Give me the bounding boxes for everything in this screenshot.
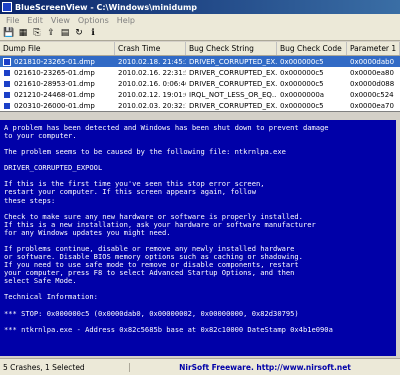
cell-bug-check-string: DRIVER_CORRUPTED_EX...: [189, 68, 277, 77]
table-row[interactable]: 020310-26000-01.dmp 2010.02.03. 20:32:12D…: [0, 100, 400, 111]
bsod-paragraph: The problem seems to be caused by the fo…: [4, 147, 286, 157]
cell-bug-check-code: 0x000000c5: [280, 79, 324, 88]
cell-crash-time: 2010.02.18. 21:45:28: [118, 57, 186, 66]
cell-dump-file: 020310-26000-01.dmp: [0, 101, 115, 110]
menu-bar: File Edit View Options Help: [0, 14, 400, 26]
cell-parameter-1: 0x0000dab0: [350, 57, 395, 66]
cell-dump-file: 021610-28953-01.dmp: [0, 79, 115, 88]
cell-bug-check-code: 0x000000c5: [280, 68, 324, 77]
dump-file-icon: [3, 101, 11, 110]
export-icon[interactable]: ⇪: [45, 27, 57, 39]
dump-file-name: 021210-24468-01.dmp: [14, 90, 95, 99]
bsod-paragraph: If problems continue, disable or remove …: [4, 243, 303, 286]
dump-file-icon: [3, 79, 11, 88]
copy-icon[interactable]: ⎘: [31, 27, 43, 39]
cell-bug-check-string: IRQL_NOT_LESS_OR_EQ...: [189, 90, 277, 99]
cell-crash-time: 2010.02.16. 0:06:46: [118, 79, 186, 88]
cell-bug-check-string: DRIVER_CORRUPTED_EX...: [189, 101, 277, 110]
info-icon[interactable]: ℹ: [87, 27, 99, 39]
bsod-paragraph: DRIVER_CORRUPTED_EXPOOL: [4, 163, 103, 173]
cell-bug-check-code: 0x000000c5: [280, 101, 324, 110]
dump-file-name: 020310-26000-01.dmp: [14, 101, 95, 110]
bsod-preview: A problem has been detected and Windows …: [0, 120, 396, 356]
dump-file-icon: [3, 90, 11, 99]
cell-dump-file: 021810-23265-01.dmp: [0, 57, 115, 66]
list-header: Dump File Crash Time Bug Check String Bu…: [0, 42, 400, 56]
cell-parameter-1: 0x0000ea80: [350, 68, 394, 77]
cell-bug-check-code: 0x0000000a: [280, 90, 325, 99]
cell-bug-check-string: DRIVER_CORRUPTED_EX...: [189, 57, 277, 66]
menu-file[interactable]: File: [2, 16, 23, 25]
dump-file-name: 021610-23265-01.dmp: [14, 68, 95, 77]
bsod-scrollbar[interactable]: [396, 120, 400, 356]
table-row[interactable]: 021610-28953-01.dmp 2010.02.16. 0:06:46 DR…: [0, 78, 400, 89]
cell-bug-check-string: DRIVER_CORRUPTED_EX...: [189, 79, 277, 88]
table-row[interactable]: 021610-23265-01.dmp 2010.02.16. 22:31:57D…: [0, 67, 400, 78]
cell-crash-time: 2010.02.16. 22:31:57: [118, 68, 186, 77]
bsod-paragraph: Check to make sure any new hardware or s…: [4, 211, 316, 237]
cell-bug-check-code: 0x000000c5: [280, 57, 324, 66]
menu-view[interactable]: View: [47, 16, 74, 25]
refresh-icon[interactable]: ↻: [73, 27, 85, 39]
status-count: 5 Crashes, 1 Selected: [0, 362, 130, 372]
dump-file-name: 021610-28953-01.dmp: [14, 79, 95, 88]
cell-parameter-1: 0x0000d088: [350, 79, 395, 88]
bsod-paragraph: *** ntkrnlpa.exe - Address 0x82c5685b ba…: [4, 324, 333, 334]
cell-parameter-1: 0x0000ea70: [350, 101, 394, 110]
column-header-bug-check-string[interactable]: Bug Check String: [186, 42, 277, 55]
title-bar: BlueScreenView - C:\Windows\minidump: [0, 0, 400, 14]
menu-help[interactable]: Help: [113, 16, 139, 25]
bsod-paragraph: *** STOP: 0x000000c5 (0x0000dab0, 0x0000…: [4, 308, 299, 318]
cell-crash-time: 2010.02.12. 19:01:00: [118, 90, 186, 99]
save-icon[interactable]: 💾: [3, 27, 15, 39]
bsod-paragraph: Technical Information:: [4, 292, 98, 302]
crash-list[interactable]: Dump File Crash Time Bug Check String Bu…: [0, 42, 400, 112]
dump-file-icon: [3, 68, 11, 77]
column-header-crash-time[interactable]: Crash Time: [115, 42, 186, 55]
dump-file-name: 021810-23265-01.dmp: [14, 57, 95, 66]
cell-parameter-1: 0x0000c524: [350, 90, 394, 99]
table-row[interactable]: 021210-24468-01.dmp 2010.02.12. 19:01:00I…: [0, 89, 400, 100]
table-row[interactable]: 021810-23265-01.dmp 2010.02.18. 21:45:28D…: [0, 56, 400, 67]
cell-dump-file: 021610-23265-01.dmp: [0, 68, 115, 77]
cell-dump-file: 021210-24468-01.dmp: [0, 90, 115, 99]
column-header-parameter-1[interactable]: Parameter 1: [347, 42, 400, 55]
dump-file-icon: [3, 57, 11, 66]
bsod-paragraph: A problem has been detected and Windows …: [4, 123, 329, 141]
properties-icon[interactable]: ▦: [17, 27, 29, 39]
status-bar: 5 Crashes, 1 Selected NirSoft Freeware. …: [0, 358, 400, 375]
column-header-bug-check-code[interactable]: Bug Check Code: [277, 42, 347, 55]
window-title: BlueScreenView - C:\Windows\minidump: [15, 2, 198, 12]
cell-crash-time: 2010.02.03. 20:32:12: [118, 101, 186, 110]
toolbar: 💾 ▦ ⎘ ⇪ ▤ ↻ ℹ: [0, 26, 400, 41]
column-header-dump-file[interactable]: Dump File: [0, 42, 115, 55]
menu-edit[interactable]: Edit: [23, 16, 47, 25]
bsod-paragraph: If this is the first time you've seen th…: [4, 179, 265, 205]
nirsoft-link[interactable]: NirSoft Freeware. http://www.nirsoft.net: [130, 363, 400, 372]
report-icon[interactable]: ▤: [59, 27, 71, 39]
app-icon: [2, 2, 12, 12]
menu-options[interactable]: Options: [74, 16, 113, 25]
